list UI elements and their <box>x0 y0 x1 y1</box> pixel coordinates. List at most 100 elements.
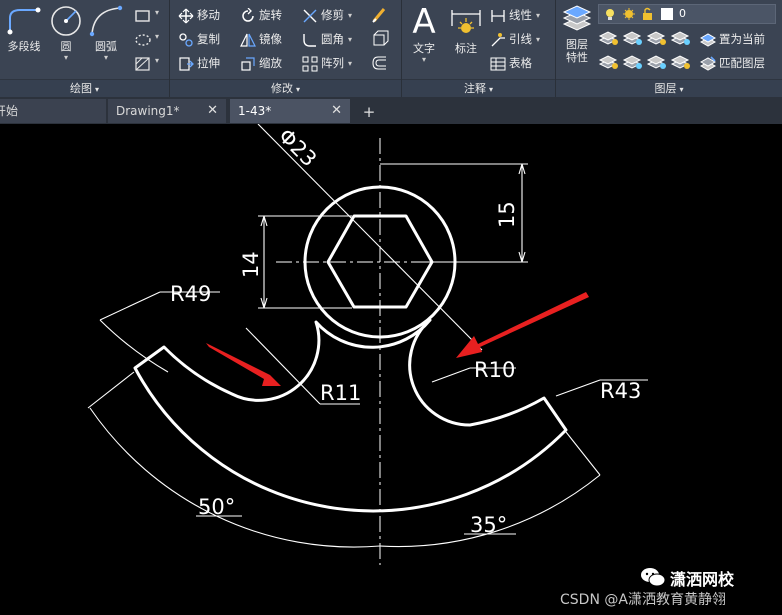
chevron-down-icon[interactable]: ▾ <box>536 35 540 44</box>
tab-drawing1[interactable]: Drawing1* ✕ <box>108 99 226 123</box>
close-icon[interactable]: ✕ <box>207 99 218 123</box>
annotation-panel: A 文字 ▾ 标注 线性 ▾ 引线 ▾ 表格 注释 ▾ <box>402 0 556 97</box>
stretch-button[interactable]: 拉伸 <box>178 52 220 74</box>
circle-button[interactable]: 圆 ▾ <box>44 4 88 76</box>
copy-button[interactable]: 复制 <box>178 28 220 50</box>
chevron-down-icon[interactable]: ▾ <box>155 56 159 65</box>
explode-icon[interactable] <box>370 29 390 49</box>
layer-tools-grid <box>598 28 698 76</box>
mirror-button[interactable]: 镜像 <box>240 28 282 50</box>
polyline-button[interactable]: 多段线 <box>2 4 46 76</box>
document-tab-bar: 开始 Drawing1* ✕ 1-43* ✕ <box>0 97 782 124</box>
layer-tool-icons[interactable] <box>598 28 698 76</box>
chevron-down-icon[interactable]: ▾ <box>536 11 540 20</box>
dim-text-14: 14 <box>239 251 263 278</box>
leader-button[interactable]: 引线 ▾ <box>490 28 540 50</box>
polyline-label: 多段线 <box>7 40 41 53</box>
arc-button[interactable]: 圆弧 ▾ <box>84 4 128 76</box>
stretch-icon <box>178 56 194 72</box>
scale-button[interactable]: 缩放 <box>240 52 282 74</box>
annotation-panel-title[interactable]: 注释 ▾ <box>402 79 555 97</box>
drawing-canvas[interactable]: Φ23 15 14 R49 R11 R10 R43 50° 35° <box>0 124 782 615</box>
array-icon <box>302 56 318 72</box>
dimension-label: 标注 <box>455 42 477 55</box>
modify-panel-title[interactable]: 修改 ▾ <box>170 79 401 97</box>
rectangle-icon[interactable] <box>133 6 153 26</box>
offset-icon[interactable] <box>370 53 390 73</box>
wechat-logo-icon <box>640 566 666 588</box>
rotate-icon <box>240 7 256 24</box>
angle-35-ext <box>565 431 601 476</box>
layer-properties-button[interactable]: 图层 特性 <box>558 4 596 76</box>
arc-label: 圆弧 <box>95 40 117 53</box>
dim-text-dia: Φ23 <box>274 124 322 171</box>
r49-leader <box>99 291 161 321</box>
dim-text-r10: R10 <box>474 358 515 382</box>
gradient-icon[interactable] <box>133 54 153 74</box>
erase-icon[interactable] <box>370 5 390 25</box>
linear-dim-button[interactable]: 线性 ▾ <box>490 4 540 26</box>
move-button[interactable]: 移动 <box>178 4 220 26</box>
fillet-icon <box>302 32 318 48</box>
chevron-down-icon[interactable]: ▾ <box>84 53 128 62</box>
linear-dim-icon <box>490 8 506 24</box>
layer-state-icons <box>606 7 673 20</box>
copy-icon <box>178 32 194 48</box>
text-label: 文字 <box>413 42 435 55</box>
table-icon <box>490 56 506 72</box>
mirror-icon <box>240 32 256 48</box>
angle-50-ext <box>87 371 135 409</box>
draw-panel-title[interactable]: 绘图 ▾ <box>0 79 169 97</box>
chevron-down-icon[interactable]: ▾ <box>404 55 444 64</box>
chevron-down-icon[interactable]: ▾ <box>44 53 88 62</box>
tab-1-43[interactable]: 1-43* ✕ <box>230 99 350 123</box>
dim-text-r43: R43 <box>600 379 641 403</box>
trim-icon <box>302 8 318 24</box>
chevron-down-icon[interactable]: ▾ <box>348 59 352 68</box>
red-arrow-left <box>206 343 281 386</box>
chevron-down-icon[interactable]: ▾ <box>155 32 159 41</box>
chevron-down-icon[interactable]: ▾ <box>348 35 352 44</box>
modify-panel: 移动 旋转 修剪 ▾ 复制 镜像 圆角 ▾ 拉伸 缩放 阵列 ▾ 修改 ▾ <box>170 0 402 97</box>
layer-dropdown[interactable]: 0 <box>598 4 776 24</box>
dimension-icon <box>451 10 481 33</box>
match-layer-button[interactable]: 匹配图层 <box>699 52 765 74</box>
close-icon[interactable]: ✕ <box>331 99 342 123</box>
draw-panel: 多段线 圆 ▾ 圆弧 ▾ ▾ ▾ ▾ 绘图 ▾ <box>0 0 170 97</box>
r10-leader <box>431 367 471 383</box>
arc-icon <box>89 5 123 37</box>
chevron-down-icon[interactable]: ▾ <box>348 11 352 20</box>
watermark-brand: 潇洒网校 <box>670 570 735 589</box>
tab-start[interactable]: 开始 <box>0 99 106 123</box>
watermark-credit: CSDN @A潇洒教育黄静翎 <box>560 592 726 608</box>
text-a-icon: A <box>412 2 436 42</box>
dim-text-r11: R11 <box>320 381 361 405</box>
scale-icon <box>240 56 256 72</box>
layer-properties-label: 图层 特性 <box>566 38 588 64</box>
polyline-icon <box>7 7 41 35</box>
table-button[interactable]: 表格 <box>490 52 532 74</box>
move-icon <box>178 8 194 24</box>
rotate-button[interactable]: 旋转 <box>240 4 282 26</box>
hatch-icon[interactable] <box>133 30 153 50</box>
fillet-button[interactable]: 圆角 ▾ <box>302 28 352 50</box>
match-layer-icon <box>699 55 717 72</box>
trim-button[interactable]: 修剪 ▾ <box>302 4 352 26</box>
set-current-layer-button[interactable]: 置为当前 <box>699 28 765 50</box>
dim-text-35deg: 35° <box>470 513 507 537</box>
dim-text-50deg: 50° <box>198 495 235 519</box>
ribbon: 多段线 圆 ▾ 圆弧 ▾ ▾ ▾ ▾ 绘图 ▾ 移动 旋转 修剪 ▾ 复制 镜像… <box>0 0 782 97</box>
text-button[interactable]: A 文字 ▾ <box>404 4 444 76</box>
new-tab-plus-icon[interactable]: + <box>360 103 378 121</box>
leader-icon <box>490 32 506 48</box>
dimension-button[interactable]: 标注 <box>446 4 486 76</box>
current-layer-name: 0 <box>679 7 686 20</box>
arc-body-outline <box>133 318 568 513</box>
circle-label: 圆 <box>60 40 72 53</box>
array-button[interactable]: 阵列 ▾ <box>302 52 352 74</box>
r43-leader <box>555 379 601 397</box>
cad-drawing: Φ23 15 14 R49 R11 R10 R43 50° 35° <box>87 124 648 565</box>
layers-panel-title[interactable]: 图层 ▾ <box>556 79 782 97</box>
chevron-down-icon[interactable]: ▾ <box>155 8 159 17</box>
r49-arc-dim <box>99 319 169 373</box>
